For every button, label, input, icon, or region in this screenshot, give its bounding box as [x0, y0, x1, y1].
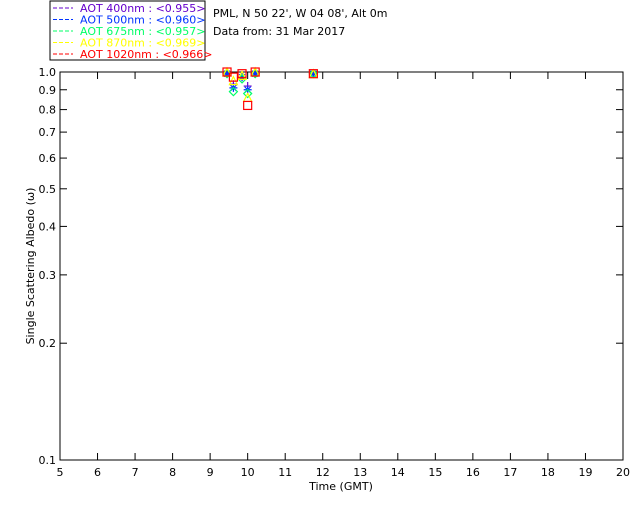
- x-tick-label: 13: [353, 466, 367, 479]
- albedo-chart: AOT 400nm : <0.955>AOT 500nm : <0.960>AO…: [24, 0, 630, 493]
- y-tick-label: 0.1: [39, 454, 57, 467]
- y-tick-label: 0.3: [39, 269, 57, 282]
- x-tick-label: 19: [578, 466, 592, 479]
- legend: AOT 400nm : <0.955>AOT 500nm : <0.960>AO…: [49, 0, 213, 61]
- x-tick-label: 14: [391, 466, 405, 479]
- x-tick-label: 15: [428, 466, 442, 479]
- x-axis-label: Time (GMT): [308, 480, 373, 493]
- y-axis-label: Single Scattering Albedo (ω): [24, 188, 37, 345]
- x-tick-label: 10: [241, 466, 255, 479]
- x-tick-label: 17: [503, 466, 517, 479]
- plot-frame: [59, 71, 624, 461]
- x-tick-label: 8: [169, 466, 176, 479]
- x-tick-label: 18: [541, 466, 555, 479]
- y-tick-label: 0.7: [39, 126, 57, 139]
- x-tick-label: 5: [57, 466, 64, 479]
- chart-title-line-2: Data from: 31 Mar 2017: [213, 25, 345, 38]
- y-tick-label: 1.0: [39, 66, 57, 79]
- y-tick-label: 0.4: [39, 220, 57, 233]
- x-tick-label: 7: [132, 466, 139, 479]
- x-tick-label: 11: [278, 466, 292, 479]
- y-tick-label: 0.2: [39, 337, 57, 350]
- y-tick-label: 0.8: [39, 104, 57, 117]
- y-tick-label: 0.6: [39, 152, 57, 165]
- x-tick-label: 12: [316, 466, 330, 479]
- x-tick-label: 9: [207, 466, 214, 479]
- x-tick-label: 16: [466, 466, 480, 479]
- chart-title-line-1: PML, N 50 22', W 04 08', Alt 0m: [213, 7, 387, 20]
- y-tick-label: 0.9: [39, 84, 57, 97]
- legend-entry: AOT 1020nm : <0.966>: [80, 48, 213, 61]
- x-tick-label: 20: [616, 466, 630, 479]
- y-tick-label: 0.5: [39, 183, 57, 196]
- x-tick-label: 6: [94, 466, 101, 479]
- data-point: [243, 100, 253, 111]
